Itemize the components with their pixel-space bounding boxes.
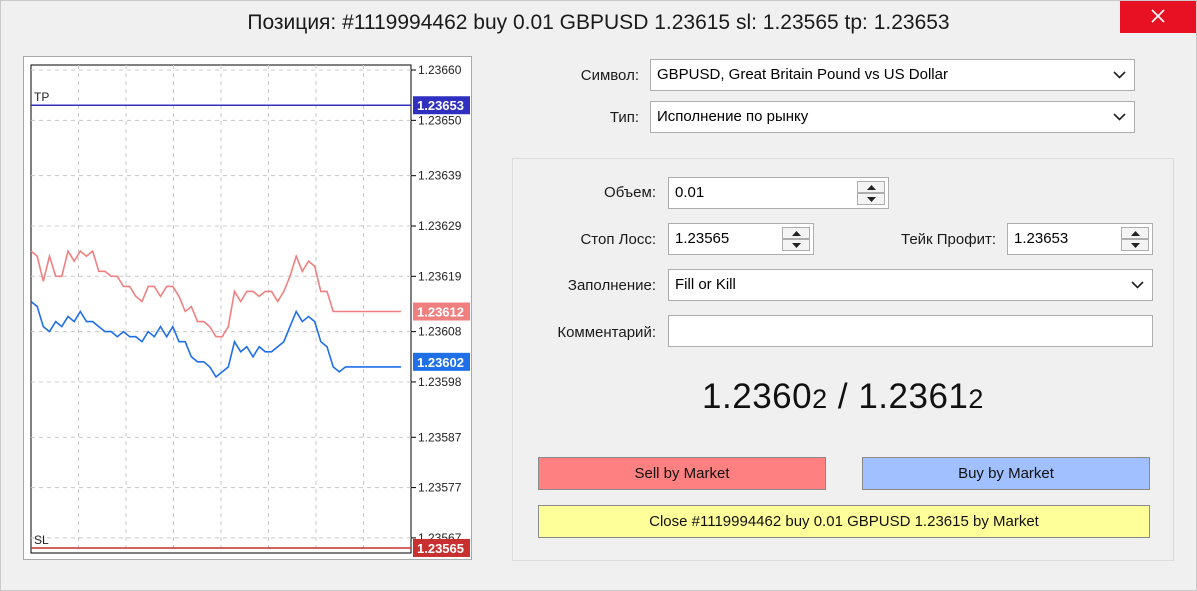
- y-tick-label: 1.23639: [418, 169, 462, 183]
- y-tick-label: 1.23598: [418, 375, 462, 389]
- arrow-down-icon: [867, 197, 876, 202]
- volume-field[interactable]: 0.01: [668, 177, 889, 209]
- stop-loss-down-button[interactable]: [782, 239, 810, 251]
- chevron-down-icon: [1113, 71, 1126, 79]
- bid-price: 1.23602: [702, 377, 828, 416]
- y-tick-label: 1.23587: [418, 430, 462, 444]
- order-dialog: Позиция: #1119994462 buy 0.01 GBPUSD 1.2…: [0, 0, 1197, 591]
- sl-price-label: 1.23565: [417, 541, 464, 556]
- type-label: Тип:: [609, 109, 639, 126]
- window-title: Позиция: #1119994462 buy 0.01 GBPUSD 1.2…: [247, 11, 950, 34]
- symbol-select-value: GBPUSD, Great Britain Pound vs US Dollar: [657, 66, 948, 83]
- ask-price-label: 1.23612: [417, 305, 464, 320]
- comment-label: Комментарий:: [557, 324, 656, 341]
- filling-select-value: Fill or Kill: [675, 276, 736, 293]
- ask-price-line: [30, 249, 401, 338]
- filling-select[interactable]: Fill or Kill: [668, 269, 1153, 301]
- y-tick-label: 1.23629: [418, 219, 462, 233]
- tp-level-label: TP: [34, 90, 49, 104]
- stop-loss-up-button[interactable]: [782, 227, 810, 239]
- take-profit-field[interactable]: 1.23653: [1007, 223, 1153, 255]
- ask-price-pipette: 2: [968, 384, 984, 414]
- order-panel: [512, 158, 1174, 561]
- stop-loss-label: Стоп Лосс:: [580, 231, 656, 248]
- tick-chart-svg: 1.23660 1.23650 1.23639 1.23629 1.23619 1.236…: [30, 63, 470, 557]
- buy-by-market-button[interactable]: Buy by Market: [862, 457, 1150, 490]
- y-tick-label: 1.23660: [418, 63, 462, 77]
- bid-price-line: [30, 300, 401, 379]
- arrow-down-icon: [792, 243, 801, 248]
- sl-level-label: SL: [34, 533, 49, 547]
- y-tick-label: 1.23608: [418, 325, 462, 339]
- bid-price-main: 1.2360: [702, 377, 813, 416]
- tp-price-label: 1.23653: [417, 98, 464, 113]
- chevron-down-icon: [1113, 113, 1126, 121]
- close-position-button[interactable]: Close #1119994462 buy 0.01 GBPUSD 1.2361…: [538, 505, 1150, 538]
- volume-spinner: [857, 181, 885, 205]
- stop-loss-field[interactable]: 1.23565: [668, 223, 814, 255]
- ask-price: 1.23612: [858, 377, 984, 416]
- arrow-up-icon: [1131, 231, 1140, 236]
- title-bar: Позиция: #1119994462 buy 0.01 GBPUSD 1.2…: [1, 1, 1196, 44]
- close-window-button[interactable]: [1120, 1, 1196, 33]
- symbol-label: Символ:: [580, 67, 639, 84]
- bid-price-pipette: 2: [812, 384, 828, 414]
- type-select[interactable]: Исполнение по рынку: [650, 101, 1135, 133]
- type-select-value: Исполнение по рынку: [657, 108, 809, 125]
- arrow-up-icon: [792, 231, 801, 236]
- arrow-down-icon: [1131, 243, 1140, 248]
- y-tick-label: 1.23619: [418, 269, 462, 283]
- take-profit-up-button[interactable]: [1121, 227, 1149, 239]
- volume-label: Объем:: [604, 184, 656, 201]
- take-profit-spinner: [1121, 227, 1149, 251]
- y-tick-label: 1.23650: [418, 113, 462, 127]
- arrow-up-icon: [867, 185, 876, 190]
- close-icon: [1151, 9, 1165, 23]
- y-tick-label: 1.23577: [418, 481, 462, 495]
- take-profit-label: Тейк Профит:: [901, 231, 996, 248]
- volume-value: 0.01: [675, 184, 705, 201]
- stop-loss-value: 1.23565: [675, 230, 730, 247]
- bid-price-label: 1.23602: [417, 355, 464, 370]
- stop-loss-spinner: [782, 227, 810, 251]
- quote-display: 1.23602 / 1.23612: [512, 377, 1174, 417]
- take-profit-value: 1.23653: [1014, 230, 1069, 247]
- filling-label: Заполнение:: [567, 277, 656, 294]
- symbol-select[interactable]: GBPUSD, Great Britain Pound vs US Dollar: [650, 59, 1135, 91]
- volume-up-button[interactable]: [857, 181, 885, 193]
- sell-by-market-button[interactable]: Sell by Market: [538, 457, 826, 490]
- ask-price-main: 1.2361: [858, 377, 969, 416]
- chevron-down-icon: [1131, 281, 1144, 289]
- tick-chart: 1.23660 1.23650 1.23639 1.23629 1.23619 1.236…: [23, 56, 472, 560]
- comment-field[interactable]: [668, 315, 1153, 347]
- quote-separator: /: [837, 377, 849, 416]
- volume-down-button[interactable]: [857, 193, 885, 205]
- take-profit-down-button[interactable]: [1121, 239, 1149, 251]
